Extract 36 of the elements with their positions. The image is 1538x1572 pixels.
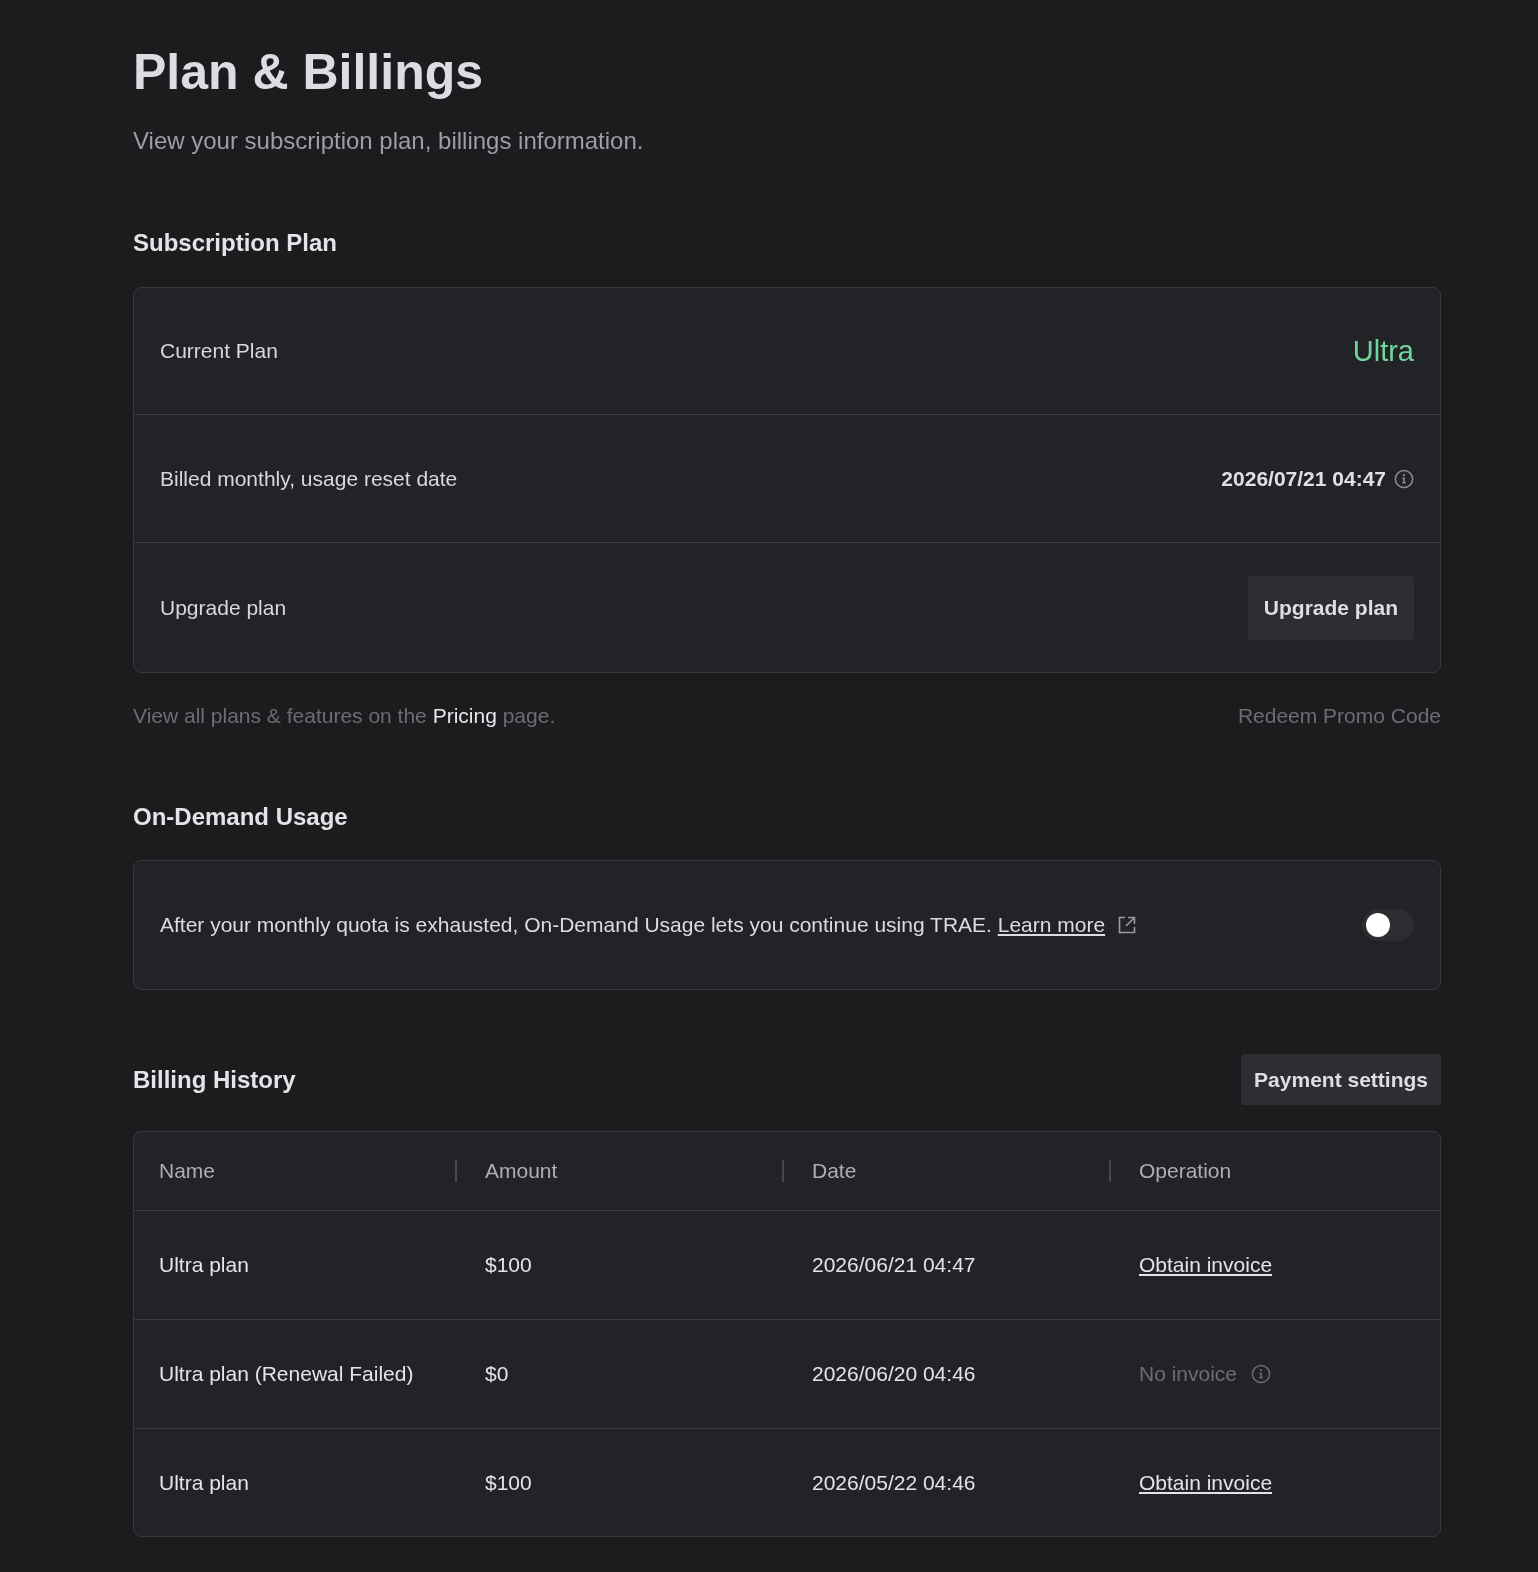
table-cell: $100	[485, 1253, 532, 1277]
info-icon	[1251, 1364, 1272, 1384]
table-cell: Ultra plan (Renewal Failed)	[159, 1362, 414, 1386]
row-label: Current Plan	[160, 339, 278, 363]
section-heading: Billing History	[133, 1064, 296, 1095]
reset-date: 2026/07/21 04:47	[1221, 466, 1386, 491]
section-heading: On-Demand Usage	[133, 802, 348, 832]
page-title: Plan & Billings	[133, 44, 484, 100]
table-cell: $100	[485, 1470, 532, 1495]
column-header: Date	[812, 1159, 857, 1183]
table-cell: Ultra plan	[159, 1470, 249, 1495]
section-heading: Subscription Plan	[133, 228, 338, 258]
plan-name: Ultra	[1352, 334, 1414, 368]
pricing-link[interactable]: Pricing	[432, 704, 497, 727]
table-cell: 2026/06/20 04:46	[812, 1362, 976, 1386]
table-cell: 2026/05/22 04:46	[812, 1470, 976, 1495]
payment-settings-button[interactable]: Payment settings	[1241, 1054, 1441, 1105]
column-header: Name	[159, 1159, 216, 1183]
table-cell: Ultra plan	[159, 1253, 249, 1277]
obtain-invoice-link[interactable]: Obtain invoice	[1139, 1253, 1273, 1277]
row-label: Upgrade plan	[160, 595, 287, 620]
external-link-icon	[1117, 915, 1138, 935]
column-header: Amount	[485, 1159, 558, 1183]
learn-more-link[interactable]: Learn more	[997, 913, 1106, 936]
no-invoice-label: No invoice	[1139, 1362, 1238, 1386]
on-demand-toggle[interactable]	[1362, 909, 1414, 941]
obtain-invoice-link[interactable]: Obtain invoice	[1139, 1470, 1273, 1495]
page-subtitle: View your subscription plan, billings information.	[133, 126, 644, 156]
pricing-note: View all plans & features on the Pricing page.	[133, 704, 556, 728]
row-label: Billed monthly, usage reset date	[160, 466, 458, 491]
column-header: Operation	[1139, 1159, 1232, 1183]
table-cell: 2026/06/21 04:47	[812, 1253, 976, 1277]
table-cell: $0	[485, 1362, 509, 1386]
upgrade-plan-button[interactable]: Upgrade plan	[1247, 575, 1414, 640]
on-demand-description: After your monthly quota is exhausted, On-Demand Usage lets you continue using TRAE. Learn more	[160, 913, 1106, 937]
info-icon	[1394, 468, 1414, 489]
